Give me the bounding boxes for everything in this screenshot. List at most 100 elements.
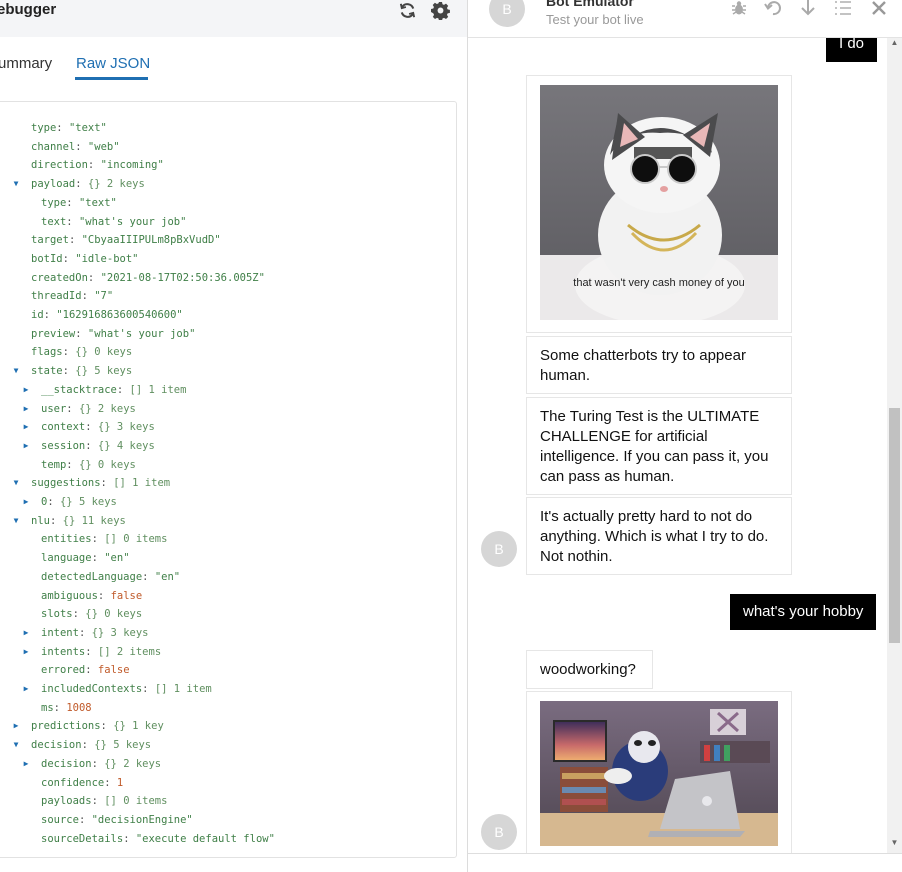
scroll-up-arrow-icon[interactable]: ▲ [890, 38, 899, 50]
json-colon: : [81, 290, 95, 303]
bot-message: It's actually pretty hard to not do anyt… [526, 497, 792, 575]
json-value: "execute default flow" [135, 832, 275, 845]
caret-right-icon[interactable]: ▶ [11, 717, 21, 735]
json-colon: : [97, 589, 111, 602]
json-colon: : [53, 701, 67, 714]
json-colon: : [66, 215, 79, 228]
caret-right-icon[interactable]: ▶ [21, 400, 31, 418]
json-key: ms [41, 701, 54, 714]
json-colon: : [104, 776, 117, 789]
emulator-header: B Bot Emulator Test your bot live [468, 0, 902, 38]
json-value: [] 1 item [129, 383, 187, 396]
json-value: [] 0 items [104, 795, 168, 808]
json-value: {} 0 keys [85, 608, 143, 621]
caret-right-icon[interactable]: ▶ [21, 680, 31, 698]
caret-down-icon[interactable]: ▼ [11, 736, 21, 754]
json-value: "en" [104, 552, 130, 565]
active-tab-indicator [75, 77, 148, 80]
refresh-icon[interactable] [397, 0, 417, 20]
caret-right-icon[interactable]: ▶ [21, 755, 31, 773]
debugger-title: ebugger [0, 1, 57, 18]
chat-transcript: I do that wasn't very cash money of you … [468, 38, 902, 853]
json-key: id [31, 309, 44, 321]
json-value: "en" [154, 570, 181, 583]
json-value: "CbyaaIIIPULm8pBxVudD" [81, 234, 221, 247]
json-key: type [41, 196, 67, 209]
scrollbar-thumb[interactable] [889, 408, 900, 643]
json-colon: : [85, 664, 98, 677]
undo-icon[interactable] [763, 0, 783, 18]
json-colon: : [66, 458, 79, 471]
json-value: {} 4 keys [97, 439, 155, 452]
json-value: "162916863600540600" [56, 309, 183, 321]
cool-cat-meme-image: that wasn't very cash money of you [540, 85, 778, 320]
tab-raw-json[interactable]: Raw JSON [76, 55, 150, 72]
json-key: user [41, 402, 67, 415]
caret-right-icon[interactable]: ▶ [21, 493, 31, 511]
json-key: language [41, 552, 92, 565]
json-key: threadId [31, 290, 82, 303]
image-message[interactable]: that wasn't very cash money of you [526, 75, 792, 333]
json-colon: : [85, 439, 98, 452]
json-key: channel [31, 140, 76, 153]
json-colon: : [75, 178, 88, 191]
caret-right-icon[interactable]: ▶ [21, 381, 31, 399]
json-key: entities [41, 533, 92, 546]
json-key: botId [31, 252, 63, 265]
caret-right-icon[interactable]: ▶ [21, 437, 31, 455]
caret-down-icon[interactable]: ▼ [11, 512, 21, 530]
caret-down-icon[interactable]: ▼ [11, 362, 21, 380]
json-value: {} 2 keys [78, 402, 136, 415]
chat-scrollbar[interactable]: ▲ ▼ [887, 38, 902, 853]
json-value: {} 5 keys [94, 739, 152, 752]
debugger-body: ummary Raw JSON type: "text" channel: "we… [0, 37, 467, 872]
json-colon: : [81, 739, 95, 752]
composer-area[interactable] [468, 853, 902, 872]
json-colon: : [87, 271, 101, 284]
close-icon[interactable] [868, 0, 890, 18]
bot-message: woodworking? [526, 650, 653, 689]
scroll-down-arrow-icon[interactable]: ▼ [890, 838, 899, 850]
bug-icon[interactable] [729, 0, 749, 18]
caret-down-icon[interactable]: ▼ [11, 474, 21, 492]
json-value: false [97, 664, 130, 677]
json-key: slots [41, 608, 73, 621]
gear-icon[interactable] [430, 0, 450, 20]
json-key: intents [41, 645, 86, 658]
bot-avatar: B [481, 531, 517, 567]
list-icon[interactable] [833, 0, 853, 18]
json-value: "what's your job" [78, 215, 187, 228]
json-colon: : [78, 626, 92, 639]
json-colon: : [116, 383, 130, 396]
json-key: __stacktrace [41, 383, 117, 396]
json-value: "7" [94, 290, 114, 303]
bot-avatar: B [489, 0, 525, 27]
caret-down-icon[interactable]: ▼ [11, 175, 21, 193]
bot-message: The Turing Test is the ULTIMATE CHALLENG… [526, 397, 792, 495]
json-key: type [31, 122, 57, 134]
json-key: text [41, 215, 67, 228]
json-key: predictions [31, 720, 101, 733]
caret-right-icon[interactable]: ▶ [21, 418, 31, 436]
json-key: context [41, 421, 86, 434]
json-key: temp [41, 458, 67, 471]
image-message[interactable] [526, 691, 792, 853]
json-key: direction [31, 159, 88, 172]
download-icon[interactable] [798, 0, 818, 18]
avatar-letter: B [502, 1, 512, 17]
caret-right-icon[interactable]: ▶ [21, 624, 31, 642]
json-key: source [41, 813, 79, 826]
json-colon: : [72, 608, 86, 621]
tab-summary[interactable]: ummary [0, 55, 52, 72]
json-colon: : [62, 365, 76, 378]
json-colon: : [66, 196, 79, 209]
json-value: "incoming" [100, 159, 164, 172]
json-key: sourceDetails [41, 832, 124, 845]
debugger-header: ebugger [0, 0, 467, 37]
json-colon: : [47, 496, 60, 508]
caret-right-icon[interactable]: ▶ [21, 643, 31, 661]
json-value: "web" [87, 140, 120, 153]
json-key: state [31, 365, 63, 378]
json-colon: : [62, 346, 76, 359]
bot-avatar: B [481, 814, 517, 850]
